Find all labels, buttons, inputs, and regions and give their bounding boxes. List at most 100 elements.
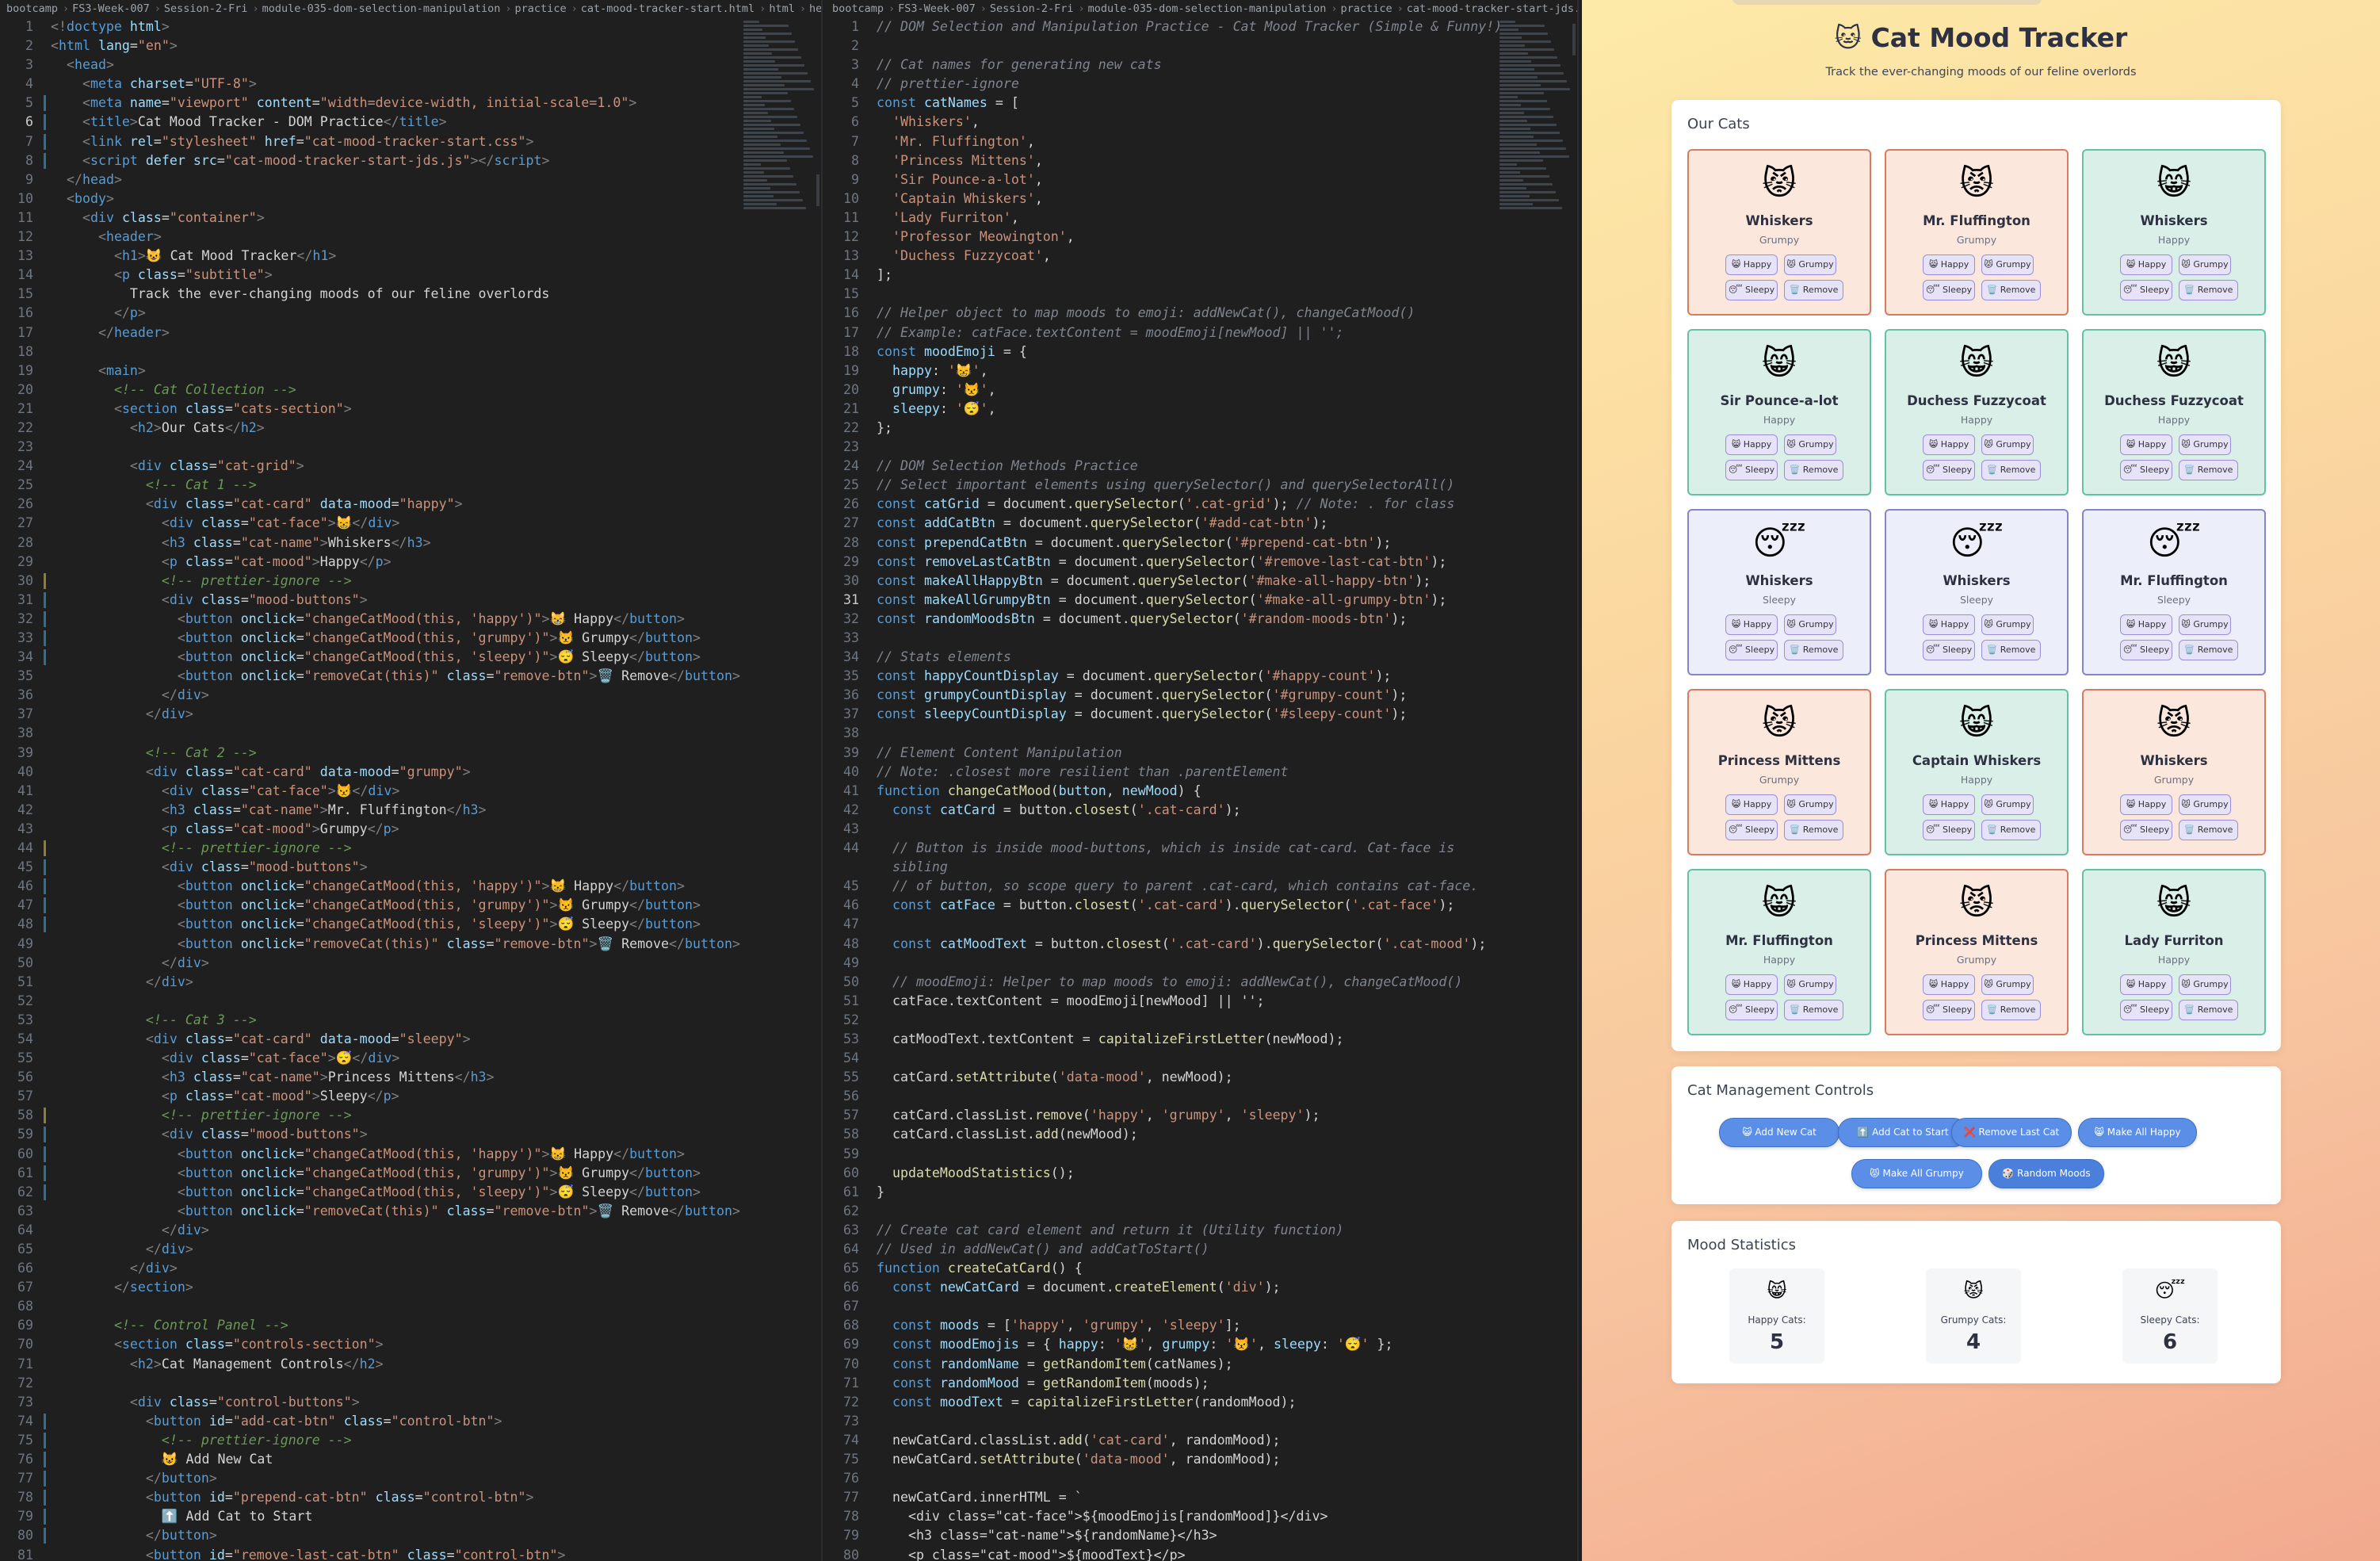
- code-line[interactable]: 6 'Whiskers',: [826, 113, 1577, 132]
- sleepy-button[interactable]: 😴 Sleepy: [2120, 280, 2172, 300]
- remove-button[interactable]: 🗑️ Remove: [1981, 1000, 2041, 1020]
- code-line[interactable]: 52: [826, 1011, 1577, 1030]
- code-line[interactable]: 18 const moodEmoji = {: [826, 342, 1577, 362]
- code-line[interactable]: 29 const removeLastCatBtn = document.quer…: [826, 553, 1577, 572]
- code-line[interactable]: 25// Select important elements using que…: [826, 476, 1577, 495]
- code-line[interactable]: 54: [826, 1049, 1577, 1068]
- code-line[interactable]: 43: [826, 820, 1577, 839]
- code-line[interactable]: 72 const moodText = capitalizeFirstLette…: [826, 1393, 1577, 1412]
- html-editor-pane[interactable]: bootcamp › FS3-Week-007 › Session-2-Fri › modu…: [0, 0, 823, 1561]
- code-line[interactable]: 72: [0, 1374, 821, 1393]
- code-line[interactable]: 49: [826, 954, 1577, 973]
- code-line[interactable]: 60 updateMoodStatistics();: [826, 1164, 1577, 1183]
- breadcrumb-item[interactable]: bootcamp: [832, 0, 884, 17]
- happy-button[interactable]: 😸 Happy: [1725, 254, 1778, 275]
- code-line[interactable]: 41 <div class="cat-face">😾</div>: [0, 782, 821, 801]
- remove-button[interactable]: 🗑️ Remove: [2179, 280, 2238, 300]
- happy-button[interactable]: 😸 Happy: [1923, 614, 1975, 635]
- sleepy-button[interactable]: 😴 Sleepy: [1725, 820, 1778, 840]
- code-line[interactable]: 59: [826, 1145, 1577, 1164]
- code-line[interactable]: 31 const makeAllGrumpyBtn = document.quer…: [826, 591, 1577, 610]
- code-line[interactable]: 78 <button id="prepend-cat-btn" class="c…: [0, 1488, 821, 1507]
- code-line[interactable]: 73: [826, 1412, 1577, 1431]
- remove-button[interactable]: 🗑️ Remove: [1981, 820, 2041, 840]
- code-line[interactable]: 51 </div>: [0, 973, 821, 992]
- editor-scrollbar[interactable]: [1572, 24, 1576, 55]
- code-line[interactable]: 69 <!-- Control Panel -->: [0, 1316, 821, 1335]
- code-line[interactable]: 23: [826, 438, 1577, 457]
- breadcrumb-item[interactable]: cat-mood-tracker-start-jds.js: [1407, 0, 1577, 17]
- sleepy-button[interactable]: 😴 Sleepy: [2120, 640, 2172, 660]
- happy-button[interactable]: 😸 Happy: [1923, 434, 1975, 455]
- code-line[interactable]: 32 <button onclick="changeCatMood(this, …: [0, 610, 821, 629]
- code-line[interactable]: 34 <button onclick="changeCatMood(this, …: [0, 648, 821, 667]
- code-line[interactable]: 75 newCatCard.setAttribute('data-mood', …: [826, 1450, 1577, 1469]
- code-line[interactable]: 53 <!-- Cat 3 -->: [0, 1011, 821, 1030]
- code-line[interactable]: 28 <h3 class="cat-name">Whiskers</h3>: [0, 534, 821, 553]
- code-line[interactable]: 3 <head>: [0, 55, 821, 75]
- code-line[interactable]: 80 <p class="cat-mood">${moodText}</p>: [826, 1546, 1577, 1561]
- breadcrumb-item[interactable]: Session-2-Fri: [990, 0, 1074, 17]
- code-line[interactable]: 19 <main>: [0, 362, 821, 381]
- code-line[interactable]: 42 <h3 class="cat-name">Mr. Fluffington<…: [0, 801, 821, 820]
- code-line[interactable]: 79 ⬆️ Add Cat to Start: [0, 1507, 821, 1526]
- code-line[interactable]: 22 <h2>Our Cats</h2>: [0, 419, 821, 438]
- grumpy-button[interactable]: 😾 Grumpy: [2179, 614, 2231, 635]
- breadcrumb-item[interactable]: FS3-Week-007: [72, 0, 150, 17]
- code-line[interactable]: 73 <div class="control-buttons">: [0, 1393, 821, 1412]
- code-line[interactable]: 17 </header>: [0, 323, 821, 342]
- make-all-grumpy-button[interactable]: 😾 Make All Grumpy: [1851, 1159, 1982, 1188]
- code-line[interactable]: 68 const moods = ['happy', 'grumpy', 'sl…: [826, 1316, 1577, 1335]
- code-line[interactable]: 24 <div class="cat-grid">: [0, 457, 821, 476]
- breadcrumb-item[interactable]: module-035-dom-selection-manipulation: [262, 0, 501, 17]
- code-line[interactable]: 56 <h3 class="cat-name">Princess Mittens…: [0, 1068, 821, 1087]
- code-line[interactable]: 33: [826, 629, 1577, 648]
- code-line[interactable]: 76 😺 Add New Cat: [0, 1450, 821, 1469]
- code-line[interactable]: 22};: [826, 419, 1577, 438]
- add-new-cat-button[interactable]: 😺 Add New Cat: [1719, 1118, 1839, 1147]
- code-line[interactable]: 70 <section class="controls-section">: [0, 1335, 821, 1354]
- code-line[interactable]: 64 </div>: [0, 1221, 821, 1240]
- code-line[interactable]: 14 <p class="subtitle">: [0, 266, 821, 285]
- breadcrumb-item[interactable]: module-035-dom-selection-manipulation: [1088, 0, 1327, 17]
- code-line[interactable]: 48 const catMoodText = button.closest('.…: [826, 935, 1577, 954]
- sleepy-button[interactable]: 😴 Sleepy: [2120, 460, 2172, 480]
- sleepy-button[interactable]: 😴 Sleepy: [1923, 460, 1975, 480]
- grumpy-button[interactable]: 😾 Grumpy: [1981, 614, 2034, 635]
- code-line[interactable]: 78 <div class="cat-face">${moodEmojis[ra…: [826, 1507, 1577, 1526]
- code-line[interactable]: 8 'Princess Mittens',: [826, 151, 1577, 170]
- remove-last-cat-button[interactable]: ❌ Remove Last Cat: [1951, 1118, 2072, 1147]
- code-line[interactable]: 1 <!doctype html>: [0, 17, 821, 36]
- code-line[interactable]: 67 </section>: [0, 1278, 821, 1297]
- breadcrumb-item[interactable]: practice: [1341, 0, 1392, 17]
- code-line[interactable]: 69 const moodEmojis = { happy: '😸', grum…: [826, 1335, 1577, 1354]
- code-line[interactable]: 18: [0, 342, 821, 362]
- code-line[interactable]: 7 <link rel="stylesheet" href="cat-mood-…: [0, 132, 821, 151]
- code-line[interactable]: 80 </button>: [0, 1526, 821, 1545]
- breadcrumb-item[interactable]: FS3-Week-007: [898, 0, 976, 17]
- code-line[interactable]: 21 <section class="cats-section">: [0, 400, 821, 419]
- code-line[interactable]: 37 const sleepyCountDisplay = document.qu…: [826, 705, 1577, 724]
- code-line[interactable]: 14];: [826, 266, 1577, 285]
- code-line[interactable]: 17// Example: catFace.textContent = mood…: [826, 323, 1577, 342]
- code-line[interactable]: 31 <div class="mood-buttons">: [0, 591, 821, 610]
- happy-button[interactable]: 😸 Happy: [1923, 974, 1975, 995]
- code-line[interactable]: 67: [826, 1297, 1577, 1316]
- code-line[interactable]: 65 </div>: [0, 1240, 821, 1259]
- code-line[interactable]: 68: [0, 1297, 821, 1316]
- code-line[interactable]: 2 <html lang="en">: [0, 36, 821, 55]
- code-line[interactable]: 46 <button onclick="changeCatMood(this, …: [0, 877, 821, 896]
- grumpy-button[interactable]: 😾 Grumpy: [2179, 434, 2231, 455]
- grumpy-button[interactable]: 😾 Grumpy: [2179, 974, 2231, 995]
- code-line[interactable]: 46 const catFace = button.closest('.cat-…: [826, 896, 1577, 915]
- happy-button[interactable]: 😸 Happy: [2120, 254, 2172, 275]
- grumpy-button[interactable]: 😾 Grumpy: [1784, 614, 1836, 635]
- code-line[interactable]: 6 <title>Cat Mood Tracker - DOM Practice…: [0, 113, 821, 132]
- code-line[interactable]: 20 <!-- Cat Collection -->: [0, 381, 821, 400]
- code-line[interactable]: 4 <meta charset="UTF-8">: [0, 75, 821, 94]
- code-line[interactable]: sibling: [826, 858, 1577, 877]
- code-line[interactable]: 39 <!-- Cat 2 -->: [0, 744, 821, 763]
- code-line[interactable]: 57 <p class="cat-mood">Sleepy</p>: [0, 1087, 821, 1106]
- code-line[interactable]: 81 <button id="remove-last-cat-btn" clas…: [0, 1546, 821, 1561]
- code-line[interactable]: 32 const randomMoodsBtn = document.queryS…: [826, 610, 1577, 629]
